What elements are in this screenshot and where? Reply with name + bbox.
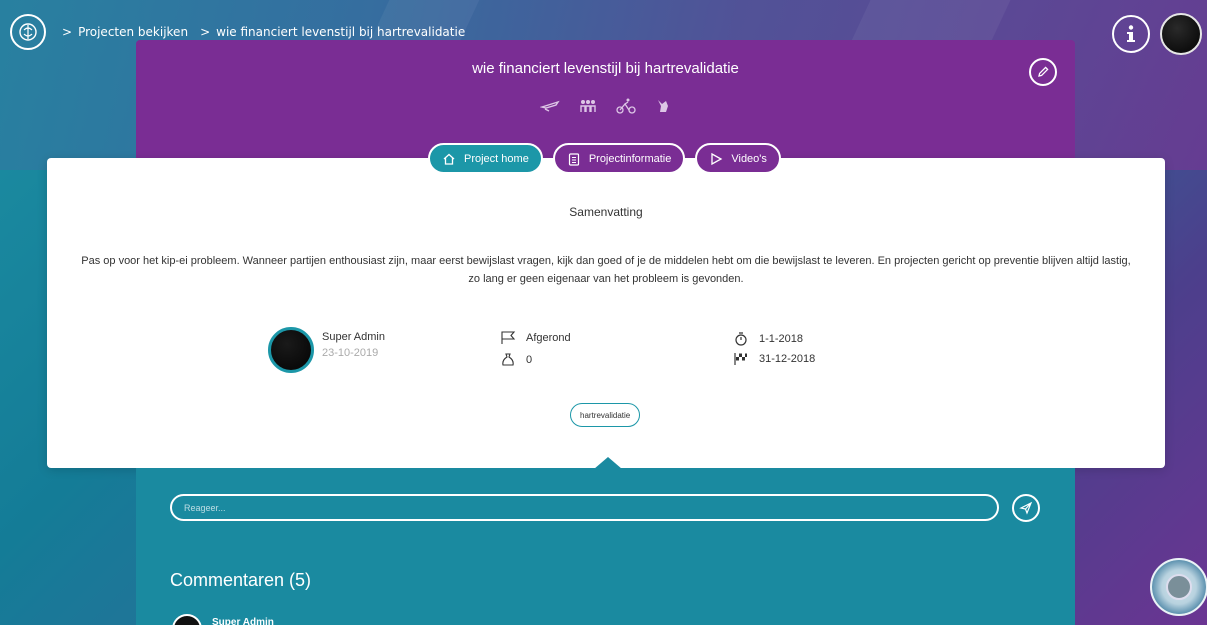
author-name: Super Admin [322,331,385,343]
institute-seal-logo [1150,558,1207,616]
breadcrumb-separator: > [200,25,211,39]
clipboard-icon [568,152,579,166]
project-budget: 0 [526,354,533,366]
user-avatar[interactable] [1160,13,1202,55]
paper-plane-icon [1019,501,1033,515]
theme-icons [539,98,674,114]
breadcrumb-projects-link[interactable]: Projecten bekijken [78,25,188,39]
play-icon [711,152,723,165]
app-home-button[interactable] [10,14,46,50]
app-logo-icon [19,23,37,41]
project-end-date: 31-12-2018 [759,353,816,365]
money-bag-icon [502,353,514,366]
home-icon [443,153,455,165]
summary-title: Samenvatting [569,205,643,219]
tab-project-home[interactable]: Project home [428,143,543,174]
breadcrumb-current: wie financiert levenstijl bij hartrevali… [216,25,466,39]
summary-text: Pas op voor het kip-ei probleem. Wanneer… [81,255,1131,285]
stopwatch-icon [735,332,747,346]
comments-section [136,468,1075,625]
author-date: 23-10-2019 [322,347,379,359]
budget-row: 0 [500,352,532,368]
info-button[interactable] [1112,15,1150,53]
comment-input[interactable] [170,494,999,521]
author-avatar[interactable] [268,327,314,373]
end-date-row: 31-12-2018 [733,352,815,366]
plane-icon [539,98,560,114]
tab-label: Video's [731,152,767,165]
edit-project-button[interactable] [1029,58,1057,86]
status-row: Afgerond [500,331,571,345]
tab-projectinformatie[interactable]: Projectinformatie [552,143,686,174]
breadcrumb-separator: > [62,25,73,39]
background-decoration [849,0,1011,45]
start-date-row: 1-1-2018 [733,331,803,347]
flag-icon [501,331,516,344]
chess-icon [654,98,674,114]
tab-label: Projectinformatie [588,152,672,165]
project-start-date: 1-1-2018 [759,333,804,345]
tag-chip[interactable]: hartrevalidatie [570,403,641,427]
project-status: Afgerond [526,332,571,344]
send-comment-button[interactable] [1012,494,1040,522]
commenter-name: Super Admin [212,617,274,625]
comments-heading: Commentaren (5) [170,570,312,590]
cyclist-icon [616,98,636,114]
pencil-icon [1038,66,1049,77]
finish-flag-icon [734,353,747,365]
project-title: wie financiert levenstijl bij hartrevali… [472,60,739,77]
people-icon [578,98,598,114]
tab-label: Project home [464,152,529,165]
project-tabs: Project home Projectinformatie Video's [428,143,781,174]
breadcrumb: > Projecten bekijken > wie financiert le… [62,25,465,39]
info-icon [1127,25,1135,42]
tab-videos[interactable]: Video's [695,143,781,174]
seal-center-icon [1166,574,1192,600]
